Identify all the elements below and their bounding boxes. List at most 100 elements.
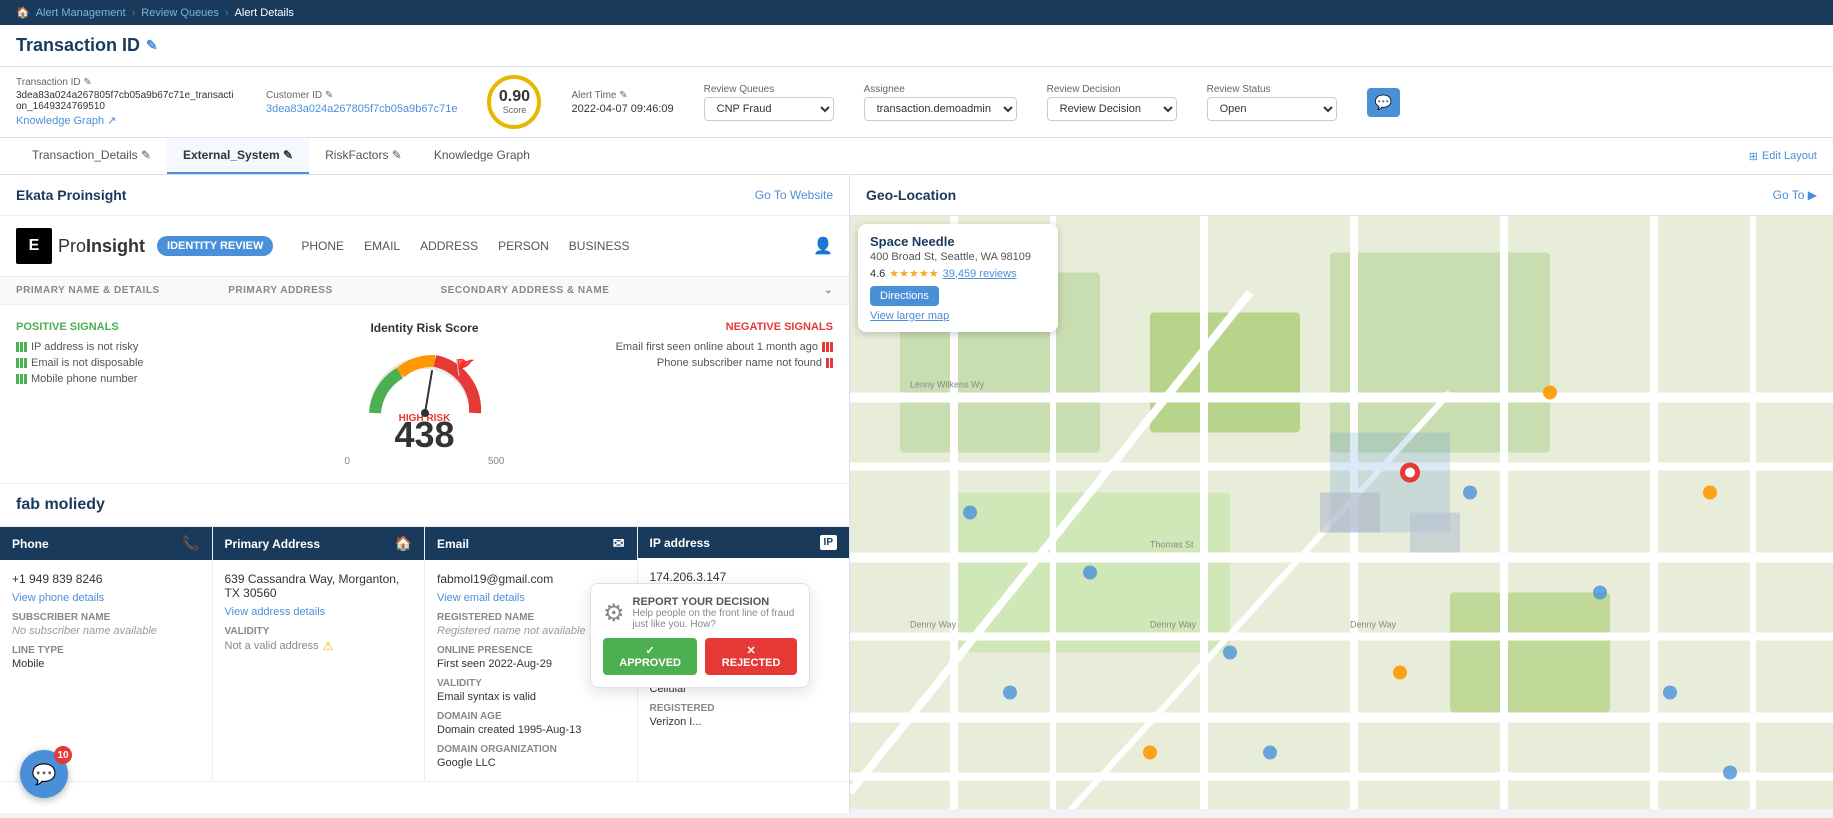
alert-time-field: Alert Time ✎ 2022-04-07 09:46:09	[571, 90, 673, 115]
breadcrumb-alert-management[interactable]: Alert Management	[36, 7, 126, 19]
view-address-details-link[interactable]: View address details	[225, 606, 326, 618]
email-card-header: Email ✉	[425, 527, 637, 560]
signal-ip-not-risky: IP address is not risky	[16, 341, 345, 353]
map-reviews-link[interactable]: 39,459 reviews	[943, 268, 1017, 280]
gauge-svg: 🚩	[360, 343, 490, 423]
view-phone-details-link[interactable]: View phone details	[12, 592, 104, 604]
address-icon: 🏠	[395, 535, 412, 552]
phone-card-body: +1 949 839 8246 View phone details SUBSC…	[0, 560, 212, 682]
view-larger-map-link[interactable]: View larger map	[870, 310, 1046, 322]
sub-headers-row: PRIMARY NAME & DETAILS PRIMARY ADDRESS S…	[0, 277, 849, 305]
person-icon[interactable]: 👤	[813, 236, 833, 256]
breadcrumb-review-queues[interactable]: Review Queues	[141, 7, 219, 19]
tab-risk-factors[interactable]: RiskFactors ✎	[309, 138, 418, 174]
rejected-button[interactable]: ✕ REJECTED	[705, 638, 797, 675]
tab-knowledge-graph[interactable]: Knowledge Graph	[418, 138, 546, 174]
svg-text:Denny Way: Denny Way	[1150, 620, 1197, 630]
risk-gauge-title: Identity Risk Score	[370, 321, 478, 335]
phone-number: +1 949 839 8246	[12, 572, 200, 586]
page-title: Transaction ID ✎	[16, 35, 1817, 56]
sub-header-primary-name: PRIMARY NAME & DETAILS	[0, 277, 212, 304]
chat-badge: 10	[54, 746, 72, 764]
page-title-edit-icon[interactable]: ✎	[146, 37, 158, 54]
report-popup-icon: ⚙	[603, 599, 625, 628]
review-status-field: Review Status Open	[1207, 84, 1337, 121]
chat-button[interactable]: 💬	[1367, 88, 1400, 117]
email-card: Email ✉ fabmol19@gmail.com View email de…	[425, 527, 638, 781]
chat-bubble-button[interactable]: 💬 10	[20, 750, 68, 798]
nav-tab-phone[interactable]: PHONE	[301, 235, 344, 257]
risk-gauge-container: Identity Risk Score	[345, 321, 505, 467]
report-popup-title: REPORT YOUR DECISION	[633, 596, 797, 608]
bar2	[20, 358, 23, 368]
map-panel-header: Geo-Location Go To ▶	[850, 175, 1833, 216]
line-type-label: LINE TYPE	[12, 645, 200, 656]
ekata-panel-header: Ekata Proinsight Go To Website	[0, 175, 849, 216]
bar1	[826, 358, 829, 368]
bar2	[20, 342, 23, 352]
assignee-select[interactable]: transaction.demoadmin	[864, 97, 1017, 121]
map-rating: 4.6 ★★★★★ 39,459 reviews	[870, 267, 1046, 280]
negative-signals-title: NEGATIVE SIGNALS	[505, 321, 834, 333]
bar3	[24, 358, 27, 368]
directions-button[interactable]: Directions	[870, 286, 939, 306]
nav-tab-person[interactable]: PERSON	[498, 235, 549, 257]
report-decision-popup: ⚙ REPORT YOUR DECISION Help people on th…	[590, 583, 810, 688]
nav-tab-email[interactable]: EMAIL	[364, 235, 400, 257]
home-icon: 🏠	[16, 6, 30, 19]
right-panel: Geo-Location Go To ▶	[850, 175, 1833, 813]
breadcrumb-current: Alert Details	[235, 7, 294, 19]
tab-external-system[interactable]: External_System ✎	[167, 138, 309, 174]
risk-score-section: POSITIVE SIGNALS IP address is not risky	[0, 305, 849, 484]
line-type-value: Mobile	[12, 658, 200, 670]
review-queues-select[interactable]: CNP Fraud	[704, 97, 834, 121]
validity-label: VALIDITY	[225, 626, 413, 637]
left-panel: Ekata Proinsight Go To Website E ProInsi…	[0, 175, 850, 813]
bar1	[822, 342, 825, 352]
customer-id-value[interactable]: 3dea83a024a267805f7cb05a9b67c71e	[266, 103, 457, 115]
signal-subscriber-not-found: Phone subscriber name not found	[505, 357, 834, 369]
chat-bubble-icon: 💬	[32, 762, 57, 787]
email-validity-value: Email syntax is valid	[437, 691, 625, 703]
validity-value: Not a valid address ⚠	[225, 639, 413, 653]
knowledge-graph-link[interactable]: Knowledge Graph ↗	[16, 114, 236, 127]
risk-score-circle: 0.90 Score	[487, 75, 541, 129]
sub-header-chevron[interactable]: ⌄	[637, 277, 849, 304]
map-goto-link[interactable]: Go To ▶	[1773, 188, 1817, 202]
address-card-body: 639 Cassandra Way, Morganton, TX 30560 V…	[213, 560, 425, 665]
address-card: Primary Address 🏠 639 Cassandra Way, Mor…	[213, 527, 426, 781]
edit-layout-button[interactable]: ⊞ Edit Layout	[1749, 140, 1817, 173]
logo-text: ProInsight	[58, 236, 145, 257]
map-rating-value: 4.6	[870, 268, 885, 280]
bar1	[16, 358, 19, 368]
tab-transaction-details[interactable]: Transaction_Details ✎	[16, 138, 167, 174]
ekata-panel-title: Ekata Proinsight	[16, 187, 126, 203]
approved-button[interactable]: ✓ APPROVED	[603, 638, 697, 675]
positive-signals-title: POSITIVE SIGNALS	[16, 321, 345, 333]
report-popup-subtitle: Help people on the front line of fraud j…	[633, 608, 797, 630]
phone-card-header: Phone 📞	[0, 527, 212, 560]
alert-time-label: Alert Time ✎	[571, 90, 673, 101]
negative-signals: NEGATIVE SIGNALS Email first seen online…	[505, 321, 834, 373]
sub-header-primary-address: PRIMARY ADDRESS	[212, 277, 424, 304]
review-status-select[interactable]: Open	[1207, 97, 1337, 121]
bar1	[16, 374, 19, 384]
ip-card-header: IP address IP	[638, 527, 850, 558]
score-value: 0.90	[499, 89, 530, 105]
proinsight-logo: E ProInsight	[16, 228, 145, 264]
tabs-bar: Transaction_Details ✎ External_System ✎ …	[0, 138, 1833, 175]
map-place-name: Space Needle	[870, 234, 1046, 249]
map-stars: ★★★★★	[889, 267, 938, 280]
breadcrumb-separator-1: ›	[132, 7, 136, 19]
breadcrumb: 🏠 Alert Management › Review Queues › Ale…	[0, 0, 1833, 25]
transaction-id-value: 3dea83a024a267805f7cb05a9b67c71e_transac…	[16, 90, 236, 112]
goto-website-link[interactable]: Go To Website	[755, 188, 833, 202]
domain-age-label: DOMAIN AGE	[437, 711, 625, 722]
nav-tab-business[interactable]: BUSINESS	[569, 235, 630, 257]
info-bar: Transaction ID ✎ 3dea83a024a267805f7cb05…	[0, 67, 1833, 138]
review-decision-select[interactable]: Review Decision	[1047, 97, 1177, 121]
map-container[interactable]: Lenny Wilkens Wy Thomas St Denny Way Den…	[850, 216, 1833, 809]
logo-box: E	[16, 228, 52, 264]
nav-tab-address[interactable]: ADDRESS	[420, 235, 478, 257]
view-email-details-link[interactable]: View email details	[437, 592, 525, 604]
